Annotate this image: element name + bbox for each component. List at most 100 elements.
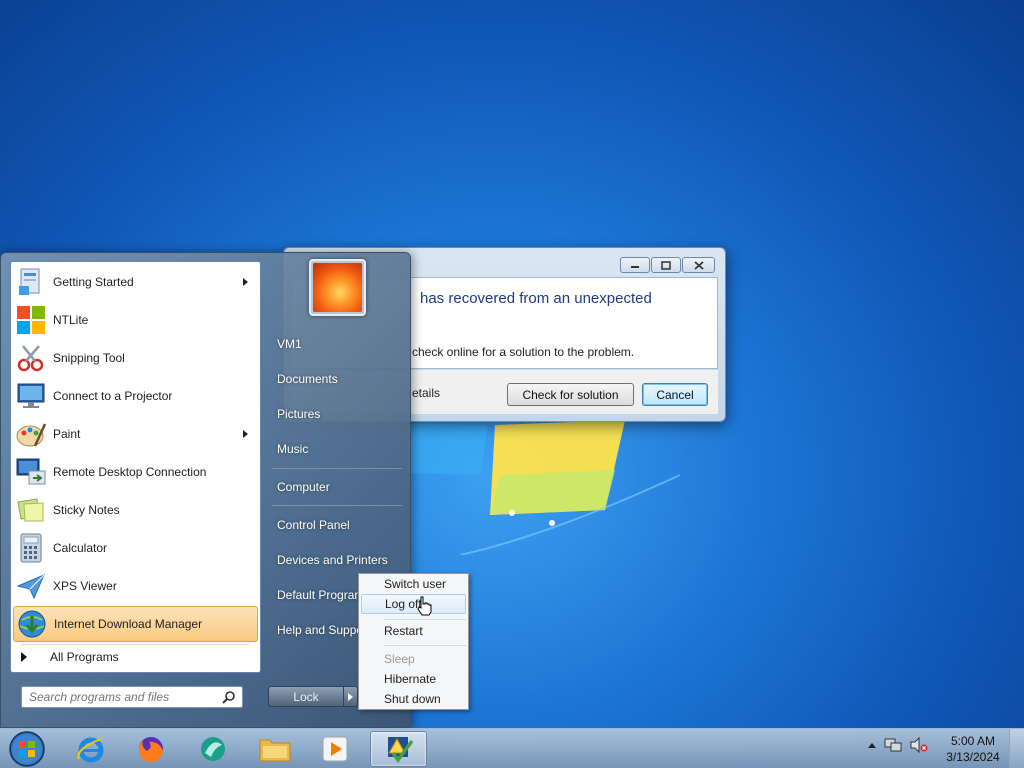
getting-started-icon [19, 268, 40, 295]
hand-cursor-icon [417, 596, 432, 616]
program-item-ntlite[interactable]: NTLite [13, 302, 258, 338]
program-item-sticky-notes[interactable]: Sticky Notes [13, 492, 258, 528]
sticky-notes-icon [17, 498, 44, 522]
projector-icon [17, 383, 45, 408]
program-item-getting-started[interactable]: Getting Started [13, 264, 258, 300]
all-programs-arrow-icon [21, 652, 27, 662]
programs-pane: Getting Started NTLite Snipping Tool Con… [10, 261, 261, 673]
start-orb-button[interactable] [7, 730, 47, 768]
paint-icon [16, 423, 47, 447]
devices-and-printers-link[interactable]: Devices and Printers [277, 553, 388, 567]
program-label: Calculator [53, 541, 108, 555]
taskbar-app[interactable] [184, 731, 241, 767]
flower-avatar-icon [313, 263, 362, 312]
all-programs-button[interactable]: All Programs [21, 650, 119, 664]
menu-separator [384, 645, 466, 646]
submenu-arrow-icon[interactable] [243, 430, 248, 438]
snipping-tool-icon [17, 345, 44, 372]
program-label: Remote Desktop Connection [53, 465, 207, 479]
start-menu: Getting Started NTLite Snipping Tool Con… [0, 252, 411, 728]
program-item-calculator[interactable]: Calculator [13, 530, 258, 566]
remote-desktop-icon [16, 458, 46, 485]
program-label: Getting Started [53, 275, 134, 289]
computer-link[interactable]: Computer [277, 480, 330, 494]
internet-explorer-icon [76, 737, 103, 763]
log-off-menu-item[interactable]: Log off [361, 594, 466, 614]
file-explorer-icon [259, 739, 290, 762]
taskbar-active-app[interactable] [370, 731, 427, 767]
network-icon[interactable] [884, 737, 902, 753]
close-icon [693, 260, 704, 270]
lock-button[interactable]: Lock [268, 686, 344, 707]
program-label: NTLite [53, 313, 89, 327]
minimize-button[interactable] [620, 257, 650, 273]
clock-date: 3/13/2024 [946, 750, 1000, 764]
active-app-icon [387, 737, 413, 763]
search-box[interactable] [21, 686, 243, 708]
view-details-link[interactable]: etails [412, 386, 440, 400]
xps-viewer-icon [16, 574, 45, 600]
show-desktop-button[interactable] [1009, 729, 1024, 768]
user-folder-link[interactable]: VM1 [277, 337, 302, 351]
program-label: Internet Download Manager [54, 617, 203, 631]
search-icon [222, 691, 235, 704]
program-item-snipping-tool[interactable]: Snipping Tool [13, 340, 258, 376]
search-area [10, 674, 261, 720]
cancel-button[interactable]: Cancel [642, 383, 708, 406]
close-button[interactable] [682, 257, 715, 273]
window-controls [620, 257, 715, 273]
calculator-icon [20, 533, 42, 563]
search-input[interactable] [22, 687, 217, 707]
switch-user-menu-item[interactable]: Switch user [361, 574, 466, 594]
menu-separator [384, 619, 466, 620]
documents-link[interactable]: Documents [277, 372, 338, 386]
speaker-muted-icon[interactable] [910, 737, 928, 753]
program-item-remote-desktop[interactable]: Remote Desktop Connection [13, 454, 258, 490]
program-label: XPS Viewer [53, 579, 117, 593]
all-programs-label: All Programs [50, 650, 119, 664]
programs-separator [21, 644, 249, 645]
windows-logo-wallpaper [405, 420, 680, 555]
program-item-connect-to-projector[interactable]: Connect to a Projector [13, 378, 258, 414]
taskbar-firefox[interactable] [122, 731, 179, 767]
program-item-internet-download-manager[interactable]: Internet Download Manager [13, 606, 258, 642]
dialog-message: check online for a solution to the probl… [412, 345, 635, 359]
ntlite-icon [17, 306, 45, 334]
right-separator [272, 468, 402, 469]
media-player-icon [322, 736, 347, 762]
shut-down-menu-item[interactable]: Shut down [361, 689, 466, 709]
restore-button[interactable] [651, 257, 681, 273]
chevron-right-icon [348, 692, 353, 701]
firefox-icon [138, 737, 163, 763]
music-link[interactable]: Music [277, 442, 308, 456]
show-hidden-icons-button[interactable] [868, 742, 876, 748]
default-programs-link[interactable]: Default Programs [277, 588, 370, 602]
program-label: Paint [53, 427, 81, 441]
restart-menu-item[interactable]: Restart [361, 621, 466, 641]
power-options-menu: Switch user Log off Restart Sleep Hibern… [358, 573, 469, 710]
minimize-icon [631, 266, 639, 268]
taskbar-media-player[interactable] [306, 731, 363, 767]
program-item-paint[interactable]: Paint [13, 416, 258, 452]
program-item-xps-viewer[interactable]: XPS Viewer [13, 568, 258, 604]
check-for-solution-button[interactable]: Check for solution [507, 383, 634, 406]
idm-icon [18, 610, 46, 638]
power-options-arrow-button[interactable] [344, 686, 358, 707]
program-label: Snipping Tool [53, 351, 125, 365]
right-separator [272, 505, 402, 506]
control-panel-link[interactable]: Control Panel [277, 518, 350, 532]
sleep-menu-item: Sleep [384, 652, 415, 666]
taskbar-file-explorer[interactable] [246, 731, 303, 767]
user-avatar[interactable] [309, 259, 366, 316]
program-label: Connect to a Projector [53, 389, 173, 403]
hibernate-menu-item[interactable]: Hibernate [361, 669, 466, 689]
system-tray [868, 737, 928, 753]
dialog-headline: has recovered from an unexpected [420, 290, 652, 307]
submenu-arrow-icon[interactable] [243, 278, 248, 286]
taskbar-clock[interactable]: 5:00 AM 3/13/2024 [940, 733, 1006, 765]
pictures-link[interactable]: Pictures [277, 407, 320, 421]
clock-time: 5:00 AM [950, 734, 996, 748]
app-icon [200, 737, 225, 761]
help-and-support-link[interactable]: Help and Support [277, 623, 370, 637]
taskbar-internet-explorer[interactable] [62, 731, 119, 767]
